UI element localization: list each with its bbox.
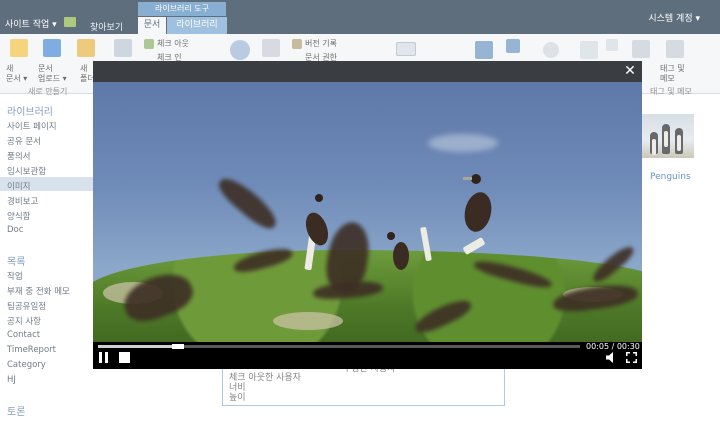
- stop-button[interactable]: [119, 352, 130, 363]
- dialog-header: ✕: [93, 61, 642, 82]
- time-display: 00:05 / 00:30: [586, 342, 640, 351]
- seek-bar[interactable]: [98, 344, 580, 349]
- fullscreen-icon[interactable]: [626, 352, 637, 363]
- close-button[interactable]: ✕: [623, 64, 637, 78]
- video-frame[interactable]: [93, 82, 642, 342]
- player-controls: 00:05 / 00:30: [93, 342, 642, 369]
- seek-thumb[interactable]: [172, 344, 185, 349]
- volume-icon[interactable]: [606, 352, 616, 363]
- seek-bar-fill: [98, 345, 179, 348]
- sand-patch: [273, 312, 343, 330]
- pause-button[interactable]: [99, 352, 109, 363]
- flying-bird: [214, 172, 282, 234]
- cloud: [428, 134, 498, 152]
- video-player-dialog: ✕ 00:05 / 00:30: [93, 61, 642, 369]
